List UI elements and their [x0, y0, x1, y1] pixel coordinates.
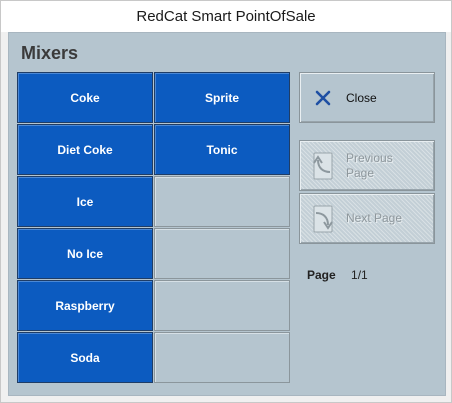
- page-label: Page: [307, 268, 336, 282]
- next-page-button[interactable]: Next Page: [299, 193, 435, 244]
- previous-page-icon: [300, 150, 346, 182]
- item-button-tonic[interactable]: Tonic: [154, 124, 290, 175]
- next-page-icon: [300, 203, 346, 235]
- item-button-sprite[interactable]: Sprite: [154, 72, 290, 123]
- close-button-label: Close: [346, 90, 377, 105]
- item-button-ice[interactable]: Ice: [17, 176, 153, 227]
- app-window: RedCat Smart PointOfSale Mixers Coke Spr…: [0, 0, 452, 403]
- page-value: 1/1: [351, 268, 368, 282]
- close-button[interactable]: Close: [299, 72, 435, 123]
- item-button-diet-coke[interactable]: Diet Coke: [17, 124, 153, 175]
- item-grid: Coke Sprite Diet Coke Tonic Ice No Ice R…: [17, 72, 290, 383]
- panel-title: Mixers: [21, 43, 79, 63]
- empty-slot: [154, 332, 290, 383]
- empty-slot: [154, 280, 290, 331]
- mixers-panel: Mixers Coke Sprite Diet Coke Tonic Ice N…: [8, 32, 446, 396]
- previous-page-button[interactable]: Previous Page: [299, 140, 435, 191]
- window-title: RedCat Smart PointOfSale: [136, 8, 316, 25]
- page-indicator: Page 1/1: [307, 268, 368, 282]
- item-button-coke[interactable]: Coke: [17, 72, 153, 123]
- empty-slot: [154, 176, 290, 227]
- close-x-icon: [300, 90, 346, 106]
- item-button-soda[interactable]: Soda: [17, 332, 153, 383]
- empty-slot: [154, 228, 290, 279]
- item-button-no-ice[interactable]: No Ice: [17, 228, 153, 279]
- window-titlebar: RedCat Smart PointOfSale: [1, 1, 451, 32]
- next-page-label: Next Page: [346, 211, 403, 225]
- item-button-raspberry[interactable]: Raspberry: [17, 280, 153, 331]
- previous-page-label: Previous Page: [346, 150, 393, 180]
